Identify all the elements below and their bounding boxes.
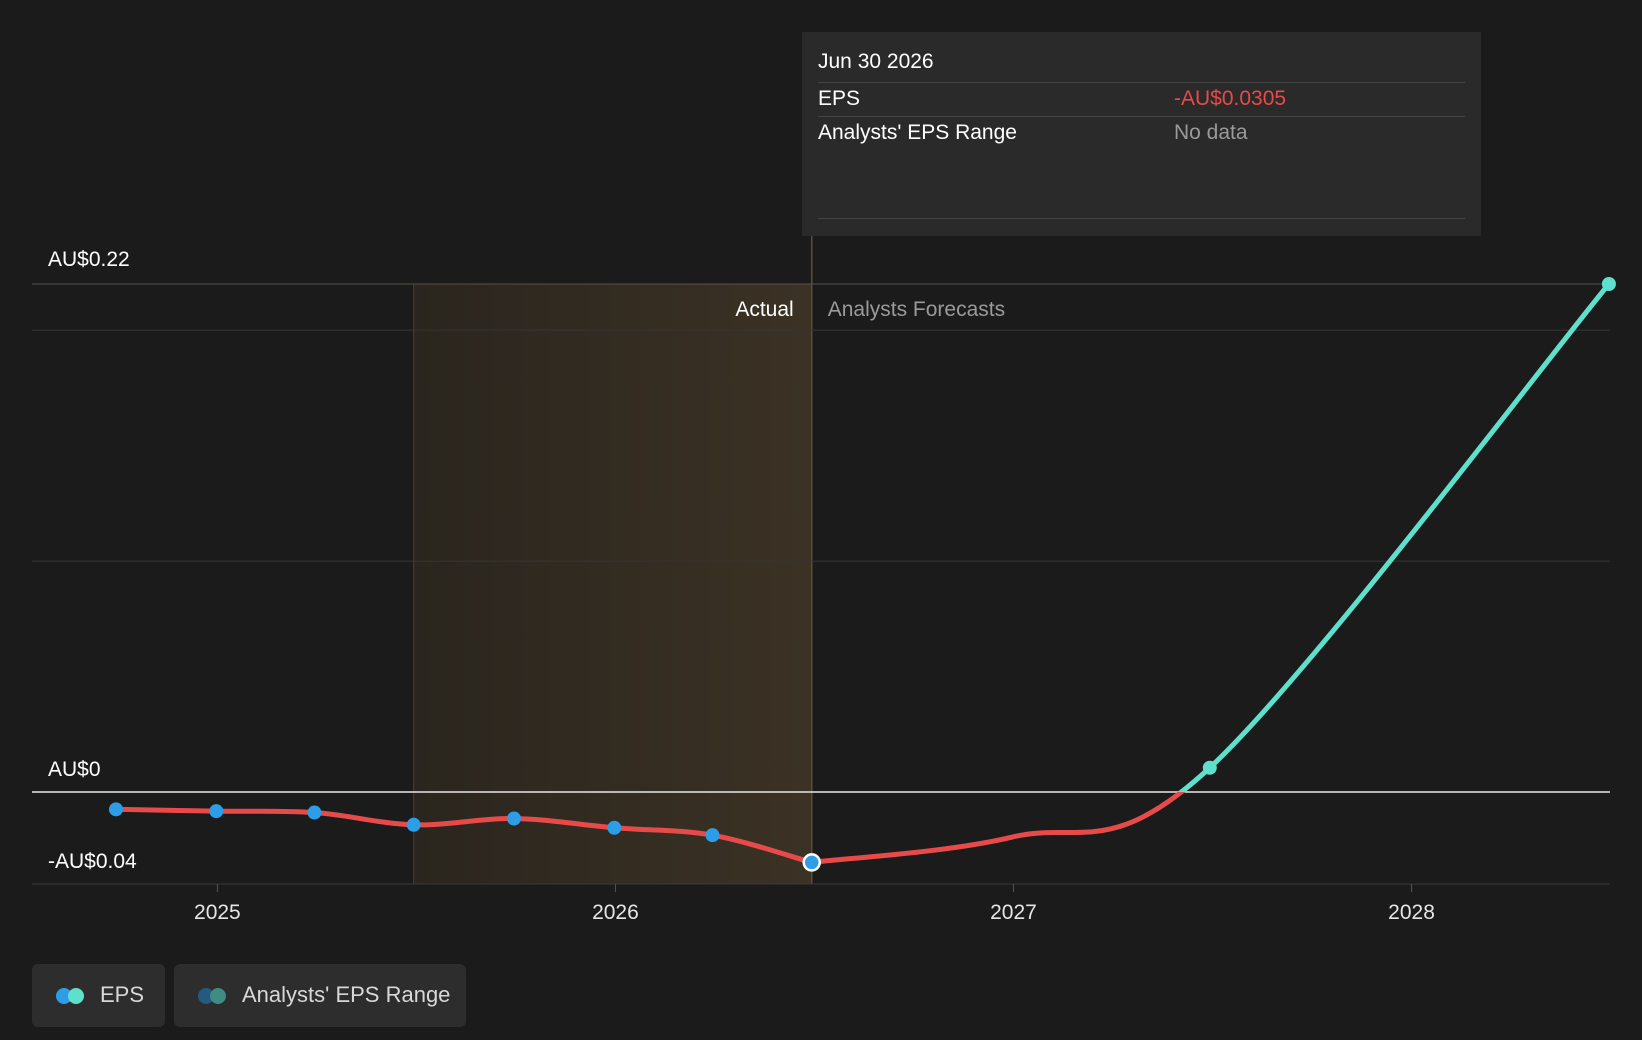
eps-forecast-line-negative <box>811 792 1186 865</box>
eps-data-point <box>1601 277 1616 291</box>
eps-forecast-line-positive <box>1177 282 1611 792</box>
tooltip-eps-label: EPS <box>818 87 861 110</box>
eps-data-point <box>406 817 421 832</box>
x-tick-label: 2028 <box>1388 901 1435 924</box>
eps-data-point <box>307 805 322 820</box>
eps-legend-icon <box>56 988 86 1004</box>
tooltip-date: Jun 30 2026 <box>818 50 934 73</box>
x-tick-label: 2025 <box>194 901 241 924</box>
range-legend-icon <box>198 988 228 1004</box>
eps-data-point <box>108 802 123 817</box>
legend-range-label: Analysts' EPS Range <box>242 982 451 1007</box>
legend-range-button[interactable]: Analysts' EPS Range <box>174 964 466 1027</box>
eps-data-point <box>705 828 720 843</box>
actual-period-band <box>413 284 812 884</box>
x-tick-label: 2027 <box>990 901 1037 924</box>
hover-tooltip: Jun 30 2026 EPS -AU$0.0305 Analysts' EPS… <box>802 32 1481 236</box>
tooltip-row-eps: EPS -AU$0.0305 <box>818 82 1465 117</box>
actual-section-label: Actual <box>735 298 793 321</box>
y-axis-label: AU$0 <box>48 758 101 781</box>
y-axis-label: -AU$0.04 <box>48 850 137 873</box>
forecast-section-label: Analysts Forecasts <box>828 298 1005 321</box>
highlighted-data-point <box>802 853 821 872</box>
legend-eps-button[interactable]: EPS <box>32 964 165 1027</box>
eps-data-point <box>607 820 622 835</box>
tooltip-range-value: No data <box>1174 121 1248 144</box>
tooltip-range-label: Analysts' EPS Range <box>818 121 1017 144</box>
x-tick-label: 2026 <box>592 901 639 924</box>
y-axis-label: AU$0.22 <box>48 248 130 271</box>
tooltip-row-range: Analysts' EPS Range No data <box>818 116 1465 151</box>
legend-eps-label: EPS <box>100 982 145 1007</box>
tooltip-eps-value: -AU$0.0305 <box>1174 87 1287 110</box>
eps-data-point <box>209 804 224 819</box>
eps-data-point <box>507 811 522 826</box>
tooltip-divider <box>818 218 1465 219</box>
eps-data-point <box>1202 760 1217 775</box>
